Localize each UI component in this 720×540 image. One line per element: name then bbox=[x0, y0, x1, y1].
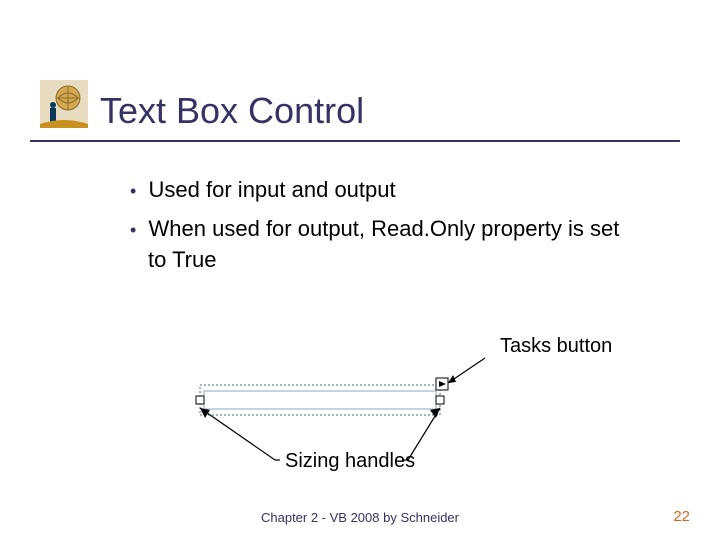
sizing-handles-label: Sizing handles bbox=[285, 450, 415, 473]
tasks-button-label: Tasks button bbox=[500, 335, 612, 358]
bullet-text: When used for output, Read.Only property… bbox=[148, 216, 619, 272]
bullet-item: • Used for input and output bbox=[130, 175, 630, 206]
bullet-text: Used for input and output bbox=[149, 177, 396, 202]
slide-title: Text Box Control bbox=[100, 90, 364, 132]
footer-text: Chapter 2 - VB 2008 by Schneider bbox=[0, 510, 720, 525]
bullet-item: • When used for output, Read.Only proper… bbox=[130, 214, 630, 276]
logo bbox=[40, 80, 88, 128]
bullet-list: • Used for input and output • When used … bbox=[130, 175, 630, 283]
slide: Text Box Control • Used for input and ou… bbox=[0, 0, 720, 540]
title-underline bbox=[30, 140, 680, 142]
page-number: 22 bbox=[673, 508, 690, 525]
